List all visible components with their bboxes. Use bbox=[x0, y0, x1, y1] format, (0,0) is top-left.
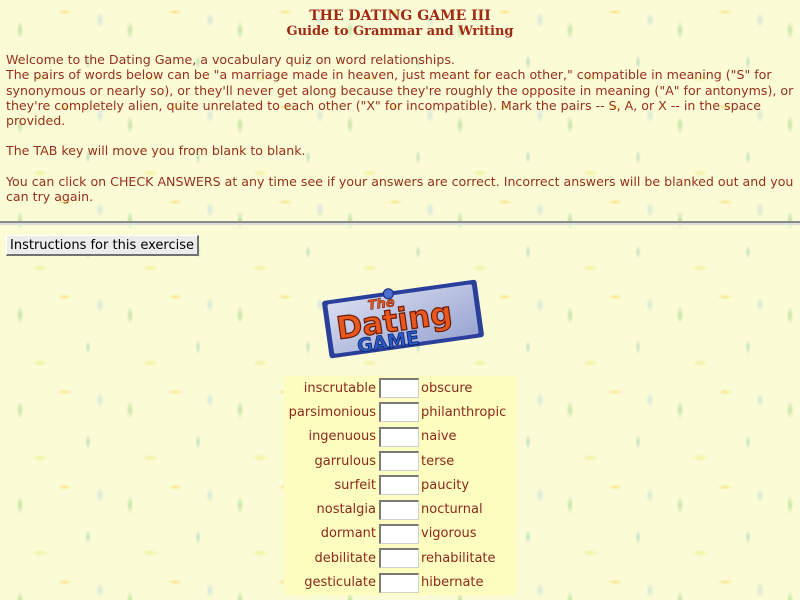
answer-input[interactable] bbox=[379, 572, 419, 593]
right-word: vigorous bbox=[421, 526, 477, 542]
answer-input[interactable] bbox=[379, 378, 419, 399]
right-word: rehabilitate bbox=[421, 550, 496, 566]
answer-input[interactable] bbox=[379, 548, 419, 569]
left-word: gesticulate bbox=[304, 575, 376, 591]
quiz-row: gesticulate hibernate bbox=[284, 570, 516, 594]
quiz-row: nostalgia nocturnal bbox=[284, 497, 516, 521]
answer-input[interactable] bbox=[379, 475, 419, 496]
page-header: THE DATING GAME III Guide to Grammar and… bbox=[0, 8, 800, 40]
answer-input[interactable] bbox=[379, 451, 419, 472]
left-word: ingenuous bbox=[308, 429, 376, 445]
intro-text: Welcome to the Dating Game, a vocabulary… bbox=[6, 52, 796, 219]
answer-input[interactable] bbox=[379, 426, 419, 447]
right-word: terse bbox=[421, 453, 455, 469]
right-word: philanthropic bbox=[421, 404, 507, 420]
answer-input[interactable] bbox=[379, 499, 419, 520]
right-word: paucity bbox=[421, 477, 470, 493]
quiz-table: inscrutable obscure parsimonious philanthro… bbox=[284, 376, 516, 595]
answer-input[interactable] bbox=[379, 523, 419, 544]
quiz-row: parsimonious philanthropic bbox=[284, 400, 516, 424]
intro-instructions-line: The pairs of words below can be "a marri… bbox=[6, 67, 794, 129]
quiz-row: dormant vigorous bbox=[284, 522, 516, 546]
left-word: debilitate bbox=[314, 550, 377, 566]
quiz-row: debilitate rehabilitate bbox=[284, 546, 516, 570]
intro-paragraph-tab: The TAB key will move you from blank to … bbox=[6, 143, 306, 159]
left-word: dormant bbox=[320, 526, 376, 542]
intro-paragraph-welcome: Welcome to the Dating Game, a vocabulary… bbox=[6, 52, 796, 128]
left-word: inscrutable bbox=[303, 380, 376, 396]
quiz-row: inscrutable obscure bbox=[284, 376, 516, 400]
section-divider bbox=[0, 221, 800, 225]
left-word: garrulous bbox=[314, 453, 377, 469]
page-subtitle: Guide to Grammar and Writing bbox=[286, 24, 514, 39]
left-word: nostalgia bbox=[316, 502, 376, 518]
right-word: obscure bbox=[421, 380, 473, 396]
right-word: hibernate bbox=[421, 575, 484, 591]
left-word: surfeit bbox=[334, 477, 376, 493]
quiz-row: garrulous terse bbox=[284, 449, 516, 473]
right-word: naive bbox=[421, 429, 457, 445]
instructions-button[interactable]: Instructions for this exercise bbox=[6, 235, 199, 256]
right-word: nocturnal bbox=[421, 502, 483, 518]
quiz-row: surfeit paucity bbox=[284, 473, 516, 497]
intro-welcome-line: Welcome to the Dating Game, a vocabulary… bbox=[6, 52, 455, 67]
answer-input[interactable] bbox=[379, 402, 419, 423]
left-word: parsimonious bbox=[288, 404, 376, 420]
intro-paragraph-check: You can click on CHECK ANSWERS at any ti… bbox=[6, 173, 794, 205]
dating-game-logo: The Dating GAME bbox=[322, 279, 484, 359]
quiz-row: ingenuous naive bbox=[284, 425, 516, 449]
page-title: THE DATING GAME III bbox=[309, 8, 491, 24]
